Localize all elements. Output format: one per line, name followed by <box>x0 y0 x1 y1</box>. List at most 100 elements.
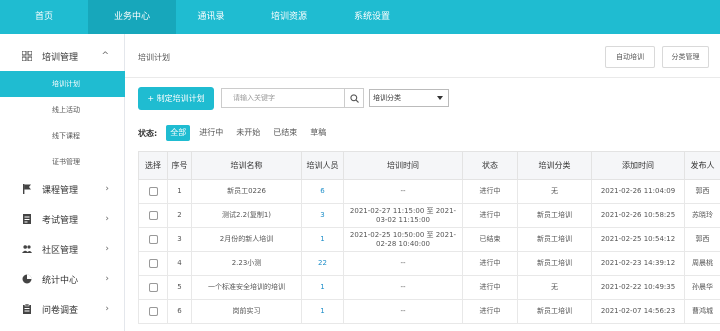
row-checkbox[interactable] <box>148 258 158 268</box>
sidebar-group-label: 课程管理 <box>42 185 79 196</box>
row-status: 进行中 <box>462 203 518 228</box>
status-filter-row: 状态: 全部 进行中 未开始 已结束 草稿 <box>138 125 335 141</box>
row-index: 4 <box>167 251 192 276</box>
nav-contacts[interactable]: 通讯录 <box>176 0 246 34</box>
search-input[interactable] <box>222 89 344 107</box>
sidebar-item-online-activity[interactable]: 线上活动 <box>0 97 125 123</box>
col-header-staff: 培训人员 <box>301 151 344 180</box>
chevron-up-icon: ^ <box>101 51 109 61</box>
row-checkbox[interactable] <box>148 210 158 220</box>
row-added: 2021-02-07 14:56:23 <box>591 299 685 324</box>
row-staff-link[interactable]: 1 <box>301 275 344 300</box>
sidebar-group-label: 问卷调查 <box>42 305 79 316</box>
row-staff-link[interactable]: 3 <box>301 203 344 228</box>
nav-training-resources[interactable]: 培训资源 <box>246 0 332 34</box>
row-status: 已结束 <box>462 227 518 252</box>
row-time: -- <box>343 275 463 300</box>
row-category: 新员工培训 <box>517 227 592 252</box>
table-row: 2 测试2.2(复制1) 3 2021-02-27 11:15:00 至 202… <box>138 203 720 228</box>
sidebar-group-label: 培训管理 <box>42 52 79 63</box>
row-publisher: 周晨桃 <box>684 251 720 276</box>
chevron-right-icon: › <box>105 274 109 284</box>
filter-in-progress[interactable]: 进行中 <box>195 125 227 141</box>
filter-not-started[interactable]: 未开始 <box>232 125 264 141</box>
table-row: 1 新员工0226 6 -- 进行中 无 2021-02-26 11:04:09… <box>138 179 720 204</box>
row-staff-link[interactable]: 6 <box>301 179 344 204</box>
top-nav: 首页 业务中心 通讯录 培训资源 系统设置 <box>0 0 720 34</box>
row-select-cell <box>138 203 168 228</box>
chevron-right-icon: › <box>105 244 109 254</box>
category-select[interactable]: 培训分类 <box>369 89 449 107</box>
row-status: 进行中 <box>462 251 518 276</box>
breadcrumb: 培训计划 <box>138 53 170 62</box>
filter-all[interactable]: 全部 <box>166 125 191 141</box>
row-index: 5 <box>167 275 192 300</box>
category-manage-button[interactable]: 分类管理 <box>662 46 709 68</box>
row-name: 测试2.2(复制1) <box>191 203 302 228</box>
row-staff-link[interactable]: 22 <box>301 251 344 276</box>
filter-draft[interactable]: 草稿 <box>306 125 330 141</box>
filter-ended[interactable]: 已结束 <box>269 125 301 141</box>
sidebar-group-exam[interactable]: 考试管理 › <box>0 205 125 233</box>
col-header-status: 状态 <box>462 151 518 180</box>
breadcrumb-bar: 培训计划 自动培训 分类管理 <box>125 34 720 78</box>
row-time: 2021-02-27 11:15:00 至 2021-03-02 11:15:0… <box>343 203 463 228</box>
row-select-cell <box>138 251 168 276</box>
row-added: 2021-02-23 14:39:12 <box>591 251 685 276</box>
chevron-right-icon: › <box>105 304 109 314</box>
table-header-row: 选择 序号 培训名称 培训人员 培训时间 状态 培训分类 添加时间 发布人 <box>138 151 720 180</box>
row-category: 无 <box>517 179 592 204</box>
row-select-cell <box>138 275 168 300</box>
training-plan-table: 选择 序号 培训名称 培训人员 培训时间 状态 培训分类 添加时间 发布人 1 … <box>138 151 720 324</box>
sidebar-group-label: 社区管理 <box>42 245 79 256</box>
col-header-time: 培训时间 <box>343 151 463 180</box>
search-icon[interactable] <box>344 89 363 107</box>
clipboard-icon <box>22 304 32 314</box>
row-category: 新员工培训 <box>517 299 592 324</box>
row-category: 新员工培训 <box>517 203 592 228</box>
row-select-cell <box>138 227 168 252</box>
nav-business-center[interactable]: 业务中心 <box>88 0 176 34</box>
sidebar-item-offline-course[interactable]: 线下课程 <box>0 123 125 149</box>
row-category: 新员工培训 <box>517 251 592 276</box>
sidebar-item-certificate[interactable]: 证书管理 <box>0 149 125 175</box>
row-time: -- <box>343 251 463 276</box>
status-label: 状态: <box>138 128 158 138</box>
row-select-cell <box>138 299 168 324</box>
add-training-plan-button[interactable]: + 制定培训计划 <box>138 87 214 110</box>
sidebar-group-community[interactable]: 社区管理 › <box>0 235 125 263</box>
row-checkbox[interactable] <box>148 282 158 292</box>
sidebar-group-survey[interactable]: 问卷调查 › <box>0 295 125 323</box>
row-staff-link[interactable]: 1 <box>301 227 344 252</box>
table-row: 4 2.23小测 22 -- 进行中 新员工培训 2021-02-23 14:3… <box>138 251 720 276</box>
category-select-value: 培训分类 <box>373 94 401 102</box>
col-header-publisher: 发布人 <box>684 151 720 180</box>
row-publisher: 苏晓玲 <box>684 203 720 228</box>
nav-system-settings[interactable]: 系统设置 <box>332 0 412 34</box>
row-publisher: 孙晨华 <box>684 275 720 300</box>
row-staff-link[interactable]: 1 <box>301 299 344 324</box>
sidebar-group-statistics[interactable]: 统计中心 › <box>0 265 125 293</box>
row-checkbox[interactable] <box>148 186 158 196</box>
row-status: 进行中 <box>462 299 518 324</box>
sidebar-group-course[interactable]: 课程管理 › <box>0 175 125 203</box>
row-checkbox[interactable] <box>148 234 158 244</box>
row-select-cell <box>138 179 168 204</box>
chevron-right-icon: › <box>105 214 109 224</box>
sidebar-group-training[interactable]: 培训管理 ^ <box>0 42 125 70</box>
col-header-name: 培训名称 <box>191 151 302 180</box>
row-checkbox[interactable] <box>148 306 158 316</box>
sidebar-group-label: 考试管理 <box>42 215 79 226</box>
row-added: 2021-02-26 11:04:09 <box>591 179 685 204</box>
table-row: 3 2月份的新人培训 1 2021-02-25 10:50:00 至 2021-… <box>138 227 720 252</box>
col-header-select: 选择 <box>138 151 168 180</box>
users-icon <box>22 244 32 254</box>
row-index: 2 <box>167 203 192 228</box>
sidebar-item-training-plan[interactable]: 培训计划 <box>0 71 125 97</box>
auto-training-button[interactable]: 自动培训 <box>605 46 655 68</box>
grid-icon <box>22 51 32 61</box>
sidebar-group-label: 统计中心 <box>42 275 79 286</box>
main-content: 培训计划 自动培训 分类管理 + 制定培训计划 培训分类 状态: 全部 进行中 … <box>125 34 720 331</box>
nav-home[interactable]: 首页 <box>0 0 88 34</box>
row-added: 2021-02-25 10:54:12 <box>591 227 685 252</box>
